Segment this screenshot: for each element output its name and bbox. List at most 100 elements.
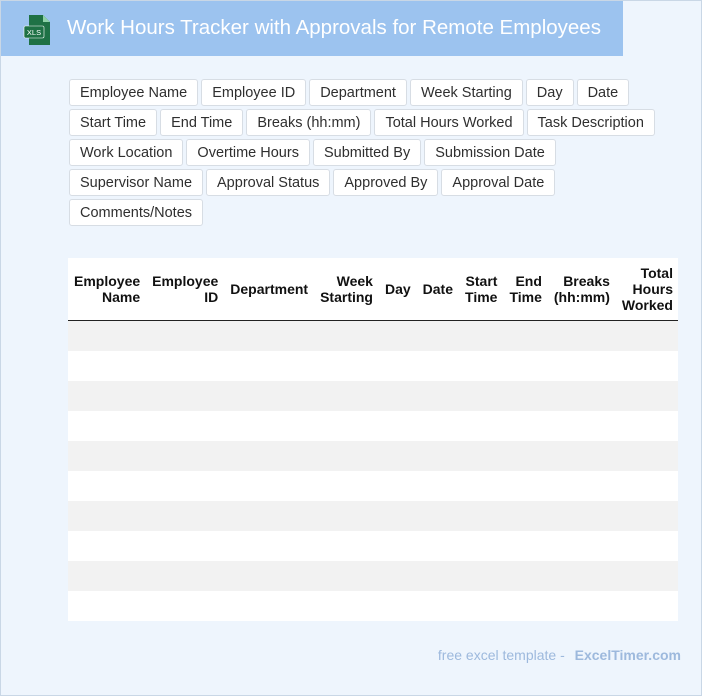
- table-cell[interactable]: [417, 381, 459, 411]
- table-cell[interactable]: [379, 471, 417, 501]
- table-cell[interactable]: [616, 501, 678, 531]
- table-cell[interactable]: [379, 531, 417, 561]
- table-cell[interactable]: [224, 471, 314, 501]
- table-cell[interactable]: [146, 320, 224, 351]
- table-cell[interactable]: [314, 441, 379, 471]
- table-cell[interactable]: [459, 441, 503, 471]
- table-cell[interactable]: [503, 441, 547, 471]
- table-cell[interactable]: [548, 441, 616, 471]
- table-cell[interactable]: [146, 591, 224, 621]
- table-cell[interactable]: [616, 411, 678, 441]
- table-cell[interactable]: [379, 351, 417, 381]
- table-cell[interactable]: [548, 320, 616, 351]
- table-cell[interactable]: [417, 471, 459, 501]
- table-cell[interactable]: [417, 591, 459, 621]
- table-cell[interactable]: [548, 351, 616, 381]
- table-cell[interactable]: [503, 471, 547, 501]
- table-cell[interactable]: [459, 561, 503, 591]
- table-cell[interactable]: [379, 591, 417, 621]
- table-cell[interactable]: [224, 411, 314, 441]
- table-cell[interactable]: [314, 531, 379, 561]
- table-cell[interactable]: [68, 531, 146, 561]
- table-cell[interactable]: [503, 531, 547, 561]
- table-cell[interactable]: [224, 501, 314, 531]
- table-cell[interactable]: [459, 351, 503, 381]
- table-cell[interactable]: [68, 411, 146, 441]
- table-cell[interactable]: [459, 591, 503, 621]
- table-cell[interactable]: [459, 411, 503, 441]
- table-cell[interactable]: [503, 381, 547, 411]
- table-cell[interactable]: [417, 351, 459, 381]
- table-cell[interactable]: [548, 501, 616, 531]
- table-cell[interactable]: [503, 561, 547, 591]
- table-cell[interactable]: [616, 441, 678, 471]
- table-cell[interactable]: [224, 381, 314, 411]
- table-cell[interactable]: [417, 411, 459, 441]
- table-cell[interactable]: [616, 471, 678, 501]
- table-cell[interactable]: [548, 561, 616, 591]
- table-cell[interactable]: [379, 320, 417, 351]
- table-cell[interactable]: [146, 531, 224, 561]
- table-cell[interactable]: [379, 381, 417, 411]
- table-cell[interactable]: [68, 501, 146, 531]
- table-cell[interactable]: [459, 320, 503, 351]
- table-cell[interactable]: [417, 561, 459, 591]
- table-cell[interactable]: [503, 351, 547, 381]
- table-cell[interactable]: [314, 561, 379, 591]
- table-cell[interactable]: [616, 591, 678, 621]
- table-cell[interactable]: [616, 320, 678, 351]
- table-cell[interactable]: [616, 351, 678, 381]
- table-cell[interactable]: [459, 381, 503, 411]
- table-cell[interactable]: [146, 351, 224, 381]
- table-cell[interactable]: [503, 411, 547, 441]
- table-cell[interactable]: [417, 320, 459, 351]
- table-cell[interactable]: [68, 351, 146, 381]
- table-cell[interactable]: [459, 501, 503, 531]
- table-cell[interactable]: [616, 381, 678, 411]
- table-cell[interactable]: [146, 501, 224, 531]
- table-cell[interactable]: [616, 531, 678, 561]
- table-cell[interactable]: [146, 441, 224, 471]
- footer-brand-link[interactable]: ExcelTimer.com: [575, 647, 681, 663]
- table-cell[interactable]: [379, 501, 417, 531]
- table-cell[interactable]: [503, 320, 547, 351]
- table-cell[interactable]: [314, 411, 379, 441]
- table-cell[interactable]: [314, 320, 379, 351]
- table-cell[interactable]: [224, 351, 314, 381]
- table-cell[interactable]: [68, 320, 146, 351]
- table-cell[interactable]: [548, 471, 616, 501]
- table-cell[interactable]: [503, 591, 547, 621]
- table-cell[interactable]: [314, 591, 379, 621]
- table-cell[interactable]: [68, 471, 146, 501]
- table-cell[interactable]: [224, 561, 314, 591]
- table-cell[interactable]: [459, 531, 503, 561]
- table-cell[interactable]: [68, 381, 146, 411]
- table-cell[interactable]: [548, 381, 616, 411]
- table-cell[interactable]: [314, 351, 379, 381]
- table-cell[interactable]: [314, 471, 379, 501]
- table-cell[interactable]: [68, 561, 146, 591]
- table-cell[interactable]: [379, 441, 417, 471]
- table-cell[interactable]: [146, 561, 224, 591]
- table-cell[interactable]: [68, 591, 146, 621]
- table-cell[interactable]: [459, 471, 503, 501]
- table-cell[interactable]: [146, 471, 224, 501]
- table-cell[interactable]: [146, 411, 224, 441]
- table-cell[interactable]: [224, 591, 314, 621]
- table-cell[interactable]: [224, 320, 314, 351]
- table-cell[interactable]: [548, 591, 616, 621]
- table-cell[interactable]: [379, 561, 417, 591]
- table-cell[interactable]: [417, 531, 459, 561]
- table-cell[interactable]: [417, 441, 459, 471]
- table-cell[interactable]: [68, 441, 146, 471]
- table-cell[interactable]: [503, 501, 547, 531]
- table-cell[interactable]: [224, 441, 314, 471]
- table-cell[interactable]: [417, 501, 459, 531]
- table-cell[interactable]: [224, 531, 314, 561]
- table-cell[interactable]: [379, 411, 417, 441]
- table-cell[interactable]: [548, 411, 616, 441]
- table-cell[interactable]: [616, 561, 678, 591]
- table-cell[interactable]: [314, 501, 379, 531]
- table-cell[interactable]: [146, 381, 224, 411]
- table-cell[interactable]: [314, 381, 379, 411]
